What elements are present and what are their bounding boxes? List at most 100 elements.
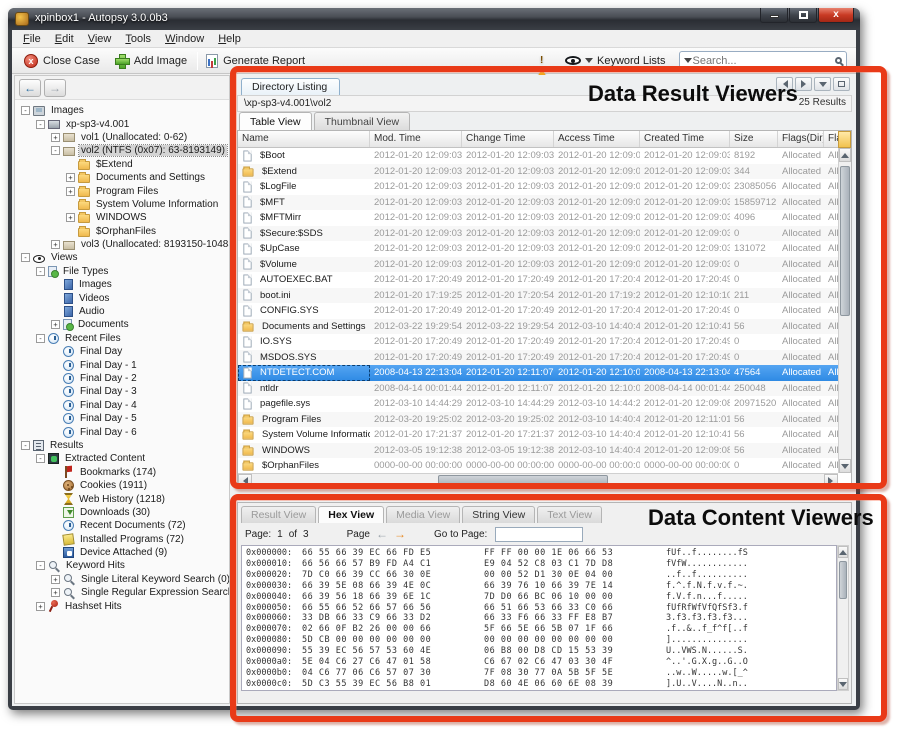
table-horizontal-scrollbar[interactable]: [238, 473, 838, 487]
tree-item[interactable]: -Results: [17, 439, 229, 452]
next-page-button[interactable]: →: [394, 528, 406, 540]
tree-expander[interactable]: -: [51, 146, 60, 155]
tree-item[interactable]: Final Day - 5: [17, 412, 229, 425]
tree-item[interactable]: Images: [17, 278, 229, 291]
column-header-flags-meta-[interactable]: Flags(Meta): [824, 131, 838, 147]
tree-item[interactable]: Device Attached (9): [17, 546, 229, 559]
hex-vertical-scrollbar[interactable]: [837, 545, 849, 691]
generate-report-button[interactable]: Generate Report: [200, 52, 313, 70]
table-row[interactable]: AUTOEXEC.BAT2012-01-20 17:20:492012-01-2…: [238, 272, 838, 288]
tree-expander[interactable]: +: [51, 240, 60, 249]
tree-item[interactable]: -Views: [17, 251, 229, 264]
tree-item[interactable]: +Documents and Settings: [17, 171, 229, 184]
tree-item[interactable]: -Keyword Hits: [17, 559, 229, 572]
keyword-lists-button[interactable]: Keyword Lists: [565, 54, 665, 67]
forward-button[interactable]: →: [44, 79, 66, 97]
tree-item[interactable]: -Images: [17, 104, 229, 117]
tree-expander[interactable]: +: [51, 320, 60, 329]
tree-item[interactable]: Final Day - 3: [17, 385, 229, 398]
tree-expander[interactable]: +: [51, 133, 60, 142]
table-row[interactable]: NTDETECT.COM2008-04-13 22:13:042012-01-2…: [238, 365, 838, 381]
table-row[interactable]: WINDOWS2012-03-05 19:12:382012-03-05 19:…: [238, 443, 838, 459]
tree-item[interactable]: +Single Regular Expression Search (0): [17, 586, 229, 599]
goto-page-input[interactable]: [495, 527, 583, 542]
tree-expander[interactable]: -: [21, 253, 30, 262]
scroll-thumb[interactable]: [840, 166, 850, 316]
tree-expander[interactable]: -: [36, 120, 45, 129]
maximize-panel-button[interactable]: [833, 77, 850, 91]
column-header-change-time[interactable]: Change Time: [462, 131, 554, 147]
tree-item[interactable]: Cookies (1911): [17, 479, 229, 492]
search-dropdown-icon[interactable]: [684, 58, 692, 67]
table-row[interactable]: Program Files2012-03-20 19:25:022012-03-…: [238, 412, 838, 428]
tab-table-view[interactable]: Table View: [239, 112, 312, 130]
tree-item[interactable]: -vol2 (NTFS (0x07): 63-8193149): [17, 144, 229, 157]
menu-file[interactable]: File: [16, 32, 48, 46]
column-chooser-button[interactable]: [838, 131, 851, 148]
tree-expander[interactable]: -: [36, 267, 45, 276]
table-row[interactable]: $LogFile2012-01-20 12:09:032012-01-20 12…: [238, 179, 838, 195]
menu-tools[interactable]: Tools: [118, 32, 158, 46]
directory-listing-tab[interactable]: Directory Listing: [241, 78, 340, 96]
table-vertical-scrollbar[interactable]: [838, 148, 851, 473]
tree-expander[interactable]: +: [51, 575, 60, 584]
tree-item[interactable]: $OrphanFiles: [17, 225, 229, 238]
menu-view[interactable]: View: [81, 32, 119, 46]
menu-edit[interactable]: Edit: [48, 32, 81, 46]
tree-item[interactable]: -xp-sp3-v4.001: [17, 117, 229, 130]
tree-expander[interactable]: +: [36, 602, 45, 611]
table-row[interactable]: System Volume Information2012-01-20 17:2…: [238, 427, 838, 443]
tab-list-button[interactable]: [814, 77, 831, 91]
tree-item[interactable]: +WINDOWS: [17, 211, 229, 224]
tree-item[interactable]: Recent Documents (72): [17, 519, 229, 532]
warning-indicator[interactable]: [533, 52, 551, 70]
minimize-button[interactable]: [760, 8, 788, 23]
scroll-up-button[interactable]: [839, 148, 851, 162]
title-bar[interactable]: xpinbox1 - Autopsy 3.0.0b3 x: [8, 8, 860, 30]
tree-expander[interactable]: +: [66, 213, 75, 222]
tree-item[interactable]: Final Day - 4: [17, 399, 229, 412]
tab-string-view[interactable]: String View: [462, 506, 535, 523]
table-row[interactable]: ntldr2008-04-14 00:01:442012-01-20 12:11…: [238, 381, 838, 397]
hex-view[interactable]: 0x000000:66 55 66 39 EC 66 FD E5FF FF 00…: [241, 545, 837, 691]
menu-help[interactable]: Help: [211, 32, 248, 46]
add-image-button[interactable]: Add Image: [108, 51, 195, 70]
tree-expander[interactable]: -: [36, 561, 45, 570]
table-row[interactable]: boot.ini2012-01-20 17:19:252012-01-20 17…: [238, 288, 838, 304]
table-row[interactable]: IO.SYS2012-01-20 17:20:492012-01-20 17:2…: [238, 334, 838, 350]
tree-item[interactable]: -Recent Files: [17, 332, 229, 345]
column-header-mod-time[interactable]: Mod. Time: [370, 131, 462, 147]
table-row[interactable]: MSDOS.SYS2012-01-20 17:20:492012-01-20 1…: [238, 350, 838, 366]
column-header-name[interactable]: Name: [238, 131, 370, 147]
tree-item[interactable]: Web History (1218): [17, 492, 229, 505]
column-header-created-time[interactable]: Created Time: [640, 131, 730, 147]
tree-expander[interactable]: +: [66, 173, 75, 182]
scroll-thumb[interactable]: [438, 475, 608, 486]
table-row[interactable]: CONFIG.SYS2012-01-20 17:20:492012-01-20 …: [238, 303, 838, 319]
table-row[interactable]: $Extend2012-01-20 12:09:032012-01-20 12:…: [238, 164, 838, 180]
search-icon[interactable]: [835, 57, 842, 64]
column-header-size[interactable]: Size: [730, 131, 778, 147]
tree-expander[interactable]: +: [66, 187, 75, 196]
tree-expander[interactable]: -: [21, 441, 30, 450]
tree-item[interactable]: System Volume Information: [17, 198, 229, 211]
tree-expander[interactable]: +: [51, 588, 60, 597]
scroll-thumb[interactable]: [839, 561, 847, 599]
column-header-access-time[interactable]: Access Time: [554, 131, 640, 147]
tree-item[interactable]: Final Day - 2: [17, 372, 229, 385]
table-row[interactable]: pagefile.sys2012-03-10 14:44:292012-03-1…: [238, 396, 838, 412]
table-row[interactable]: $MFT2012-01-20 12:09:032012-01-20 12:09:…: [238, 195, 838, 211]
tree-item[interactable]: -Extracted Content: [17, 452, 229, 465]
table-row[interactable]: $OrphanFiles0000-00-00 00:00:000000-00-0…: [238, 458, 838, 473]
table-row[interactable]: $Secure:$SDS2012-01-20 12:09:032012-01-2…: [238, 226, 838, 242]
prev-page-button[interactable]: ←: [376, 528, 388, 540]
tree-item[interactable]: +vol1 (Unallocated: 0-62): [17, 131, 229, 144]
scroll-down-button[interactable]: [838, 678, 848, 690]
tree-item[interactable]: Audio: [17, 305, 229, 318]
tree-item[interactable]: Videos: [17, 291, 229, 304]
tree-item[interactable]: +Program Files: [17, 184, 229, 197]
table-row[interactable]: $MFTMirr2012-01-20 12:09:032012-01-20 12…: [238, 210, 838, 226]
tree-item[interactable]: +vol3 (Unallocated: 8193150-10485215): [17, 238, 229, 251]
tab-hex-view[interactable]: Hex View: [318, 506, 384, 523]
tree-item[interactable]: Final Day - 6: [17, 425, 229, 438]
